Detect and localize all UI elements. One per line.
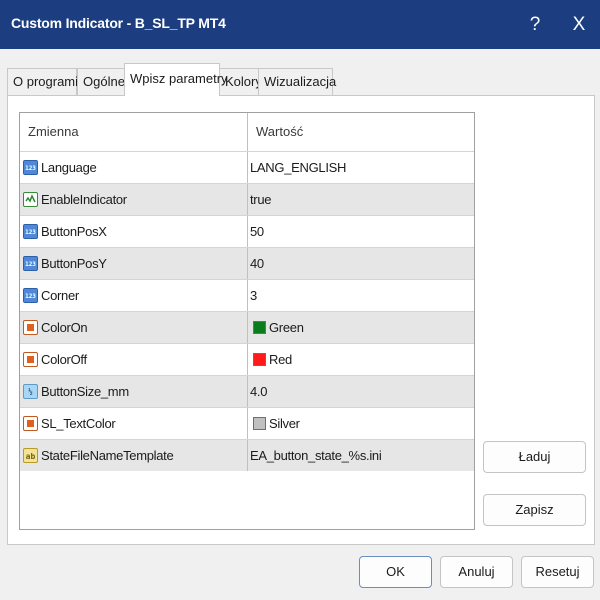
tab-o-programie[interactable]: O programie: [7, 68, 85, 95]
color-swatch: [253, 321, 266, 334]
param-name: ColorOn: [41, 320, 88, 335]
table-row[interactable]: ColorOff Red: [20, 343, 474, 375]
ok-button[interactable]: OK: [359, 556, 432, 588]
param-name: ButtonSize_mm: [41, 384, 129, 399]
grid-header: Zmienna Wartość: [20, 113, 474, 151]
param-value[interactable]: Red: [247, 344, 474, 375]
close-button[interactable]: X: [564, 10, 594, 40]
column-header-value[interactable]: Wartość: [247, 113, 474, 151]
table-row[interactable]: SL_TextColor Silver: [20, 407, 474, 439]
param-value[interactable]: 3: [247, 280, 474, 311]
param-value[interactable]: EA_button_state_%s.ini: [247, 440, 474, 471]
cancel-button[interactable]: Anuluj: [440, 556, 513, 588]
table-row[interactable]: EnableIndicator true: [20, 183, 474, 215]
table-row[interactable]: 123 ButtonPosY 40: [20, 247, 474, 279]
color-swatch: [253, 417, 266, 430]
color-swatch: [253, 353, 266, 366]
table-row[interactable]: 123 ButtonPosX 50: [20, 215, 474, 247]
parameters-grid: Zmienna Wartość 123 Language LANG_ENGLIS…: [19, 112, 475, 530]
param-name: Corner: [41, 288, 79, 303]
load-button[interactable]: Ładuj: [483, 441, 586, 473]
table-row[interactable]: ab StateFileNameTemplate EA_button_state…: [20, 439, 474, 471]
param-name: EnableIndicator: [41, 192, 127, 207]
param-name: SL_TextColor: [41, 416, 116, 431]
param-value[interactable]: Silver: [247, 408, 474, 439]
table-row[interactable]: 123 Language LANG_ENGLISH: [20, 151, 474, 183]
column-header-name[interactable]: Zmienna: [20, 113, 247, 151]
tab-strip: O programie Ogólne Wpisz parametry Kolor…: [7, 63, 587, 96]
param-value[interactable]: Green: [247, 312, 474, 343]
param-name: ColorOff: [41, 352, 87, 367]
param-value[interactable]: 40: [247, 248, 474, 279]
dialog-window: Custom Indicator - B_SL_TP MT4 ? X O pro…: [0, 0, 600, 600]
tab-ogolne[interactable]: Ogólne: [77, 68, 125, 95]
help-button[interactable]: ?: [520, 10, 550, 40]
param-name: Language: [41, 160, 97, 175]
table-row[interactable]: ½ ButtonSize_mm 4.0: [20, 375, 474, 407]
tab-wpisz-parametry[interactable]: Wpisz parametry: [124, 63, 228, 96]
save-button[interactable]: Zapisz: [483, 494, 586, 526]
param-name: ButtonPosY: [41, 256, 107, 271]
param-name: StateFileNameTemplate: [41, 448, 174, 463]
param-value[interactable]: 50: [247, 216, 474, 247]
table-row[interactable]: ColorOn Green: [20, 311, 474, 343]
param-value[interactable]: 4.0: [247, 376, 474, 407]
table-row[interactable]: 123 Corner 3: [20, 279, 474, 311]
reset-button[interactable]: Resetuj: [521, 556, 594, 588]
param-value[interactable]: LANG_ENGLISH: [247, 152, 474, 183]
title-bar[interactable]: Custom Indicator - B_SL_TP MT4 ? X: [0, 0, 600, 49]
param-name: ButtonPosX: [41, 224, 107, 239]
param-value[interactable]: true: [247, 184, 474, 215]
tab-wizualizacja[interactable]: Wizualizacja: [258, 68, 336, 95]
window-title: Custom Indicator - B_SL_TP MT4: [11, 15, 226, 31]
